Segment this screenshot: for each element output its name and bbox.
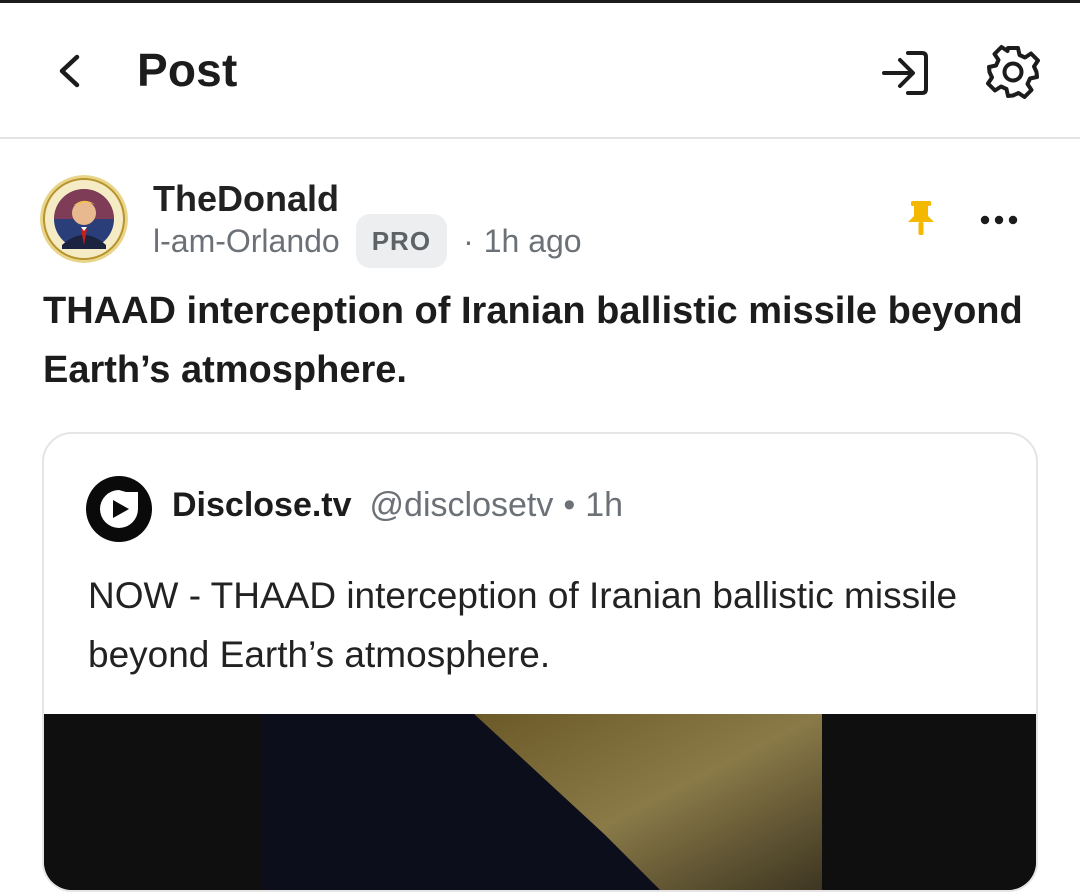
- chevron-left-icon: [59, 54, 80, 88]
- pin-icon: [904, 198, 938, 238]
- author-handle[interactable]: l-am-Orlando: [153, 223, 340, 260]
- app-header: Post: [0, 3, 1080, 139]
- embed-separator: •: [563, 486, 576, 524]
- post-timestamp: 1h ago: [483, 222, 582, 259]
- post-body: THAAD interception of Iranian ballistic …: [43, 290, 1023, 391]
- more-options-button[interactable]: [976, 200, 1022, 240]
- embed-timestamp: 1h: [585, 486, 624, 524]
- author-avatar[interactable]: [40, 175, 128, 263]
- more-horizontal-icon: [980, 215, 1018, 225]
- embedded-post-card[interactable]: Disclose.tv @disclosetv • 1h NOW - THAAD…: [42, 432, 1038, 892]
- author-meta: l-am-Orlando PRO · 1h ago: [153, 214, 582, 268]
- page-title: Post: [137, 44, 238, 96]
- settings-button[interactable]: [984, 43, 1042, 101]
- gear-icon: [986, 45, 1040, 99]
- back-button[interactable]: [44, 47, 92, 95]
- embed-source-handle[interactable]: @disclosetv: [370, 486, 554, 525]
- login-icon: [882, 51, 928, 95]
- embed-video-thumbnail[interactable]: [44, 714, 1036, 890]
- disclose-tv-logo: [86, 476, 152, 542]
- pro-badge: PRO: [355, 214, 448, 268]
- embed-body: NOW - THAAD interception of Iranian ball…: [88, 575, 958, 675]
- login-button[interactable]: [878, 45, 934, 101]
- embed-source-name[interactable]: Disclose.tv: [172, 486, 352, 525]
- meta-separator: ·: [463, 222, 474, 259]
- presidential-seal-avatar: [40, 175, 128, 263]
- video-frame: [44, 714, 1036, 890]
- embed-header: Disclose.tv @disclosetv • 1h: [172, 486, 623, 534]
